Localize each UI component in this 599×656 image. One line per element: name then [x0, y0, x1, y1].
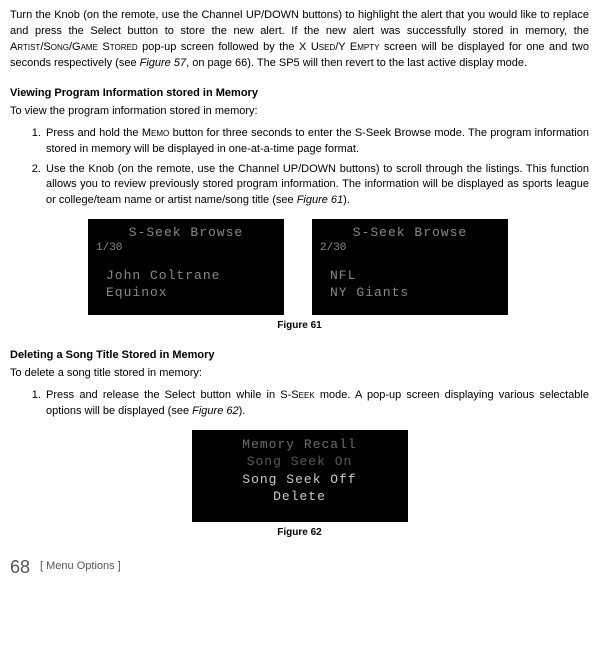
sseek-screen-left: S-Seek Browse 1/30 John Coltrane Equinox — [88, 219, 284, 315]
sseek-screen-right: S-Seek Browse 2/30 NFL NY Giants — [312, 219, 508, 315]
screen-line: NY Giants — [330, 285, 500, 302]
screen-counter: 1/30 — [96, 241, 122, 255]
section-deleting-intro: To delete a song title stored in memory: — [10, 366, 589, 382]
section-deleting-steps: Press and release the Select button whil… — [10, 388, 589, 420]
screen-title: S-Seek Browse — [320, 225, 500, 242]
page-footer: 68 [ Menu Options ] — [10, 554, 589, 580]
list-item: Press and release the Select button whil… — [44, 388, 589, 420]
breadcrumb: [ Menu Options ] — [40, 559, 121, 575]
screen-counter: 2/30 — [320, 241, 346, 255]
intro-paragraph: Turn the Knob (on the remote, use the Ch… — [10, 8, 589, 72]
menu-option: Delete — [200, 488, 400, 506]
figure-61-caption: Figure 61 — [10, 319, 589, 334]
screen-line: John Coltrane — [106, 268, 276, 285]
page-number: 68 — [10, 554, 30, 580]
list-item: Use the Knob (on the remote, use the Cha… — [44, 162, 589, 210]
list-item: Press and hold the Memo button for three… — [44, 126, 589, 158]
screen-title: S-Seek Browse — [96, 225, 276, 242]
screens-row: S-Seek Browse 1/30 John Coltrane Equinox… — [10, 219, 589, 315]
section-viewing-title: Viewing Program Information stored in Me… — [10, 86, 589, 102]
screen-line: NFL — [330, 268, 500, 285]
screen-line: Equinox — [106, 285, 276, 302]
menu-screen-wrap: Memory Recall Song Seek On Song Seek Off… — [10, 430, 589, 522]
menu-option: Song Seek On — [200, 453, 400, 471]
menu-option-selected: Song Seek Off — [200, 471, 400, 489]
memory-recall-screen: Memory Recall Song Seek On Song Seek Off… — [192, 430, 408, 522]
figure-62-caption: Figure 62 — [10, 526, 589, 541]
section-viewing-intro: To view the program information stored i… — [10, 104, 589, 120]
section-viewing-steps: Press and hold the Memo button for three… — [10, 126, 589, 210]
section-deleting-title: Deleting a Song Title Stored in Memory — [10, 348, 589, 364]
menu-title: Memory Recall — [200, 436, 400, 454]
